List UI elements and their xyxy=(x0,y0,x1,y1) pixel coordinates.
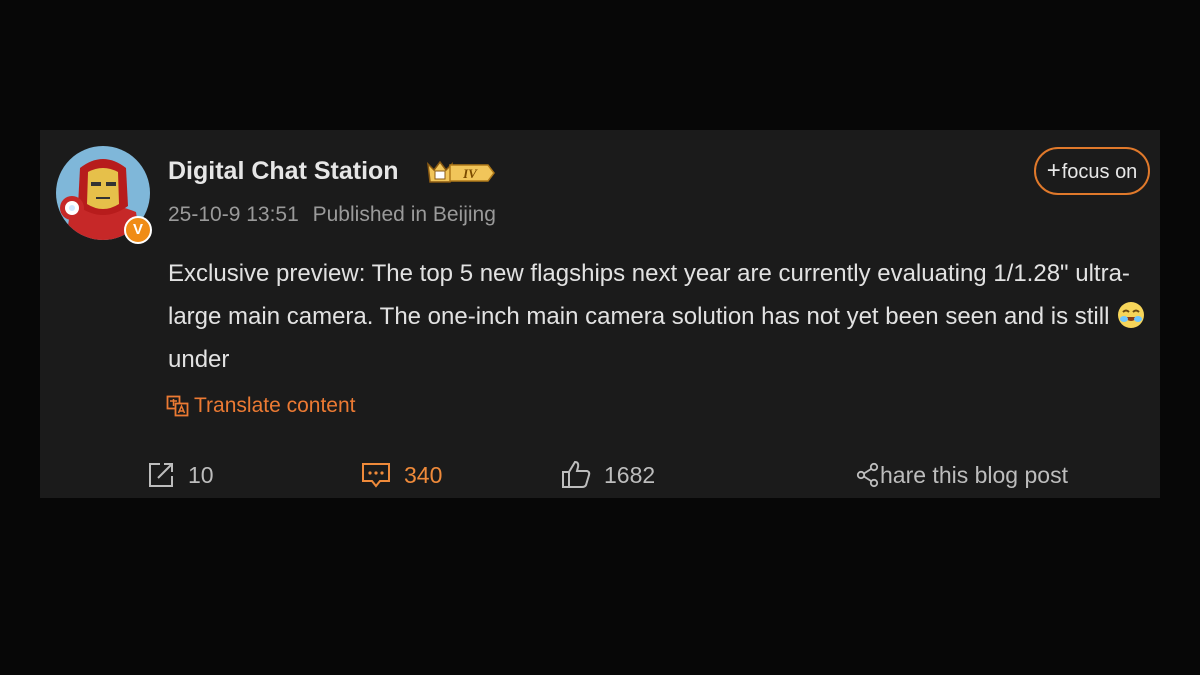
follow-button[interactable]: +focus on xyxy=(1034,147,1150,195)
level-badge-text: IV xyxy=(462,166,478,181)
translate-link[interactable]: Translate content xyxy=(166,394,355,418)
comment-icon xyxy=(362,463,390,488)
post-text: Exclusive preview: The top 5 new flagshi… xyxy=(168,252,1153,381)
translate-icon xyxy=(166,395,189,417)
like-count: 1682 xyxy=(604,461,656,488)
verified-badge: V xyxy=(124,216,152,244)
level-badge: IV xyxy=(424,158,496,188)
share-label: hare this blog post xyxy=(880,461,1068,488)
repost-icon xyxy=(149,463,173,487)
author-name[interactable]: Digital Chat Station xyxy=(168,157,399,186)
post-text-part2: under xyxy=(168,346,230,373)
timestamp: 25-10-9 13:51 xyxy=(168,203,299,226)
comment-button[interactable]: 340 xyxy=(360,458,442,492)
post-meta: 25-10-9 13:51 Published in Beijing xyxy=(168,203,496,227)
post-text-part1: Exclusive preview: The top 5 new flagshi… xyxy=(168,260,1130,330)
comment-count: 340 xyxy=(404,461,443,488)
repost-button[interactable]: 10 xyxy=(146,458,214,492)
like-button[interactable]: 1682 xyxy=(560,458,655,492)
share-icon xyxy=(856,462,879,488)
share-button[interactable]: hare this blog post xyxy=(856,458,1068,492)
follow-button-label: focus on xyxy=(1061,161,1138,183)
translate-label: Translate content xyxy=(194,394,356,417)
thumbs-up-icon xyxy=(562,460,591,488)
laughing-emoji-icon xyxy=(1118,302,1145,328)
location: Published in Beijing xyxy=(312,203,496,226)
repost-count: 10 xyxy=(188,461,214,488)
plus-icon: + xyxy=(1046,157,1061,184)
